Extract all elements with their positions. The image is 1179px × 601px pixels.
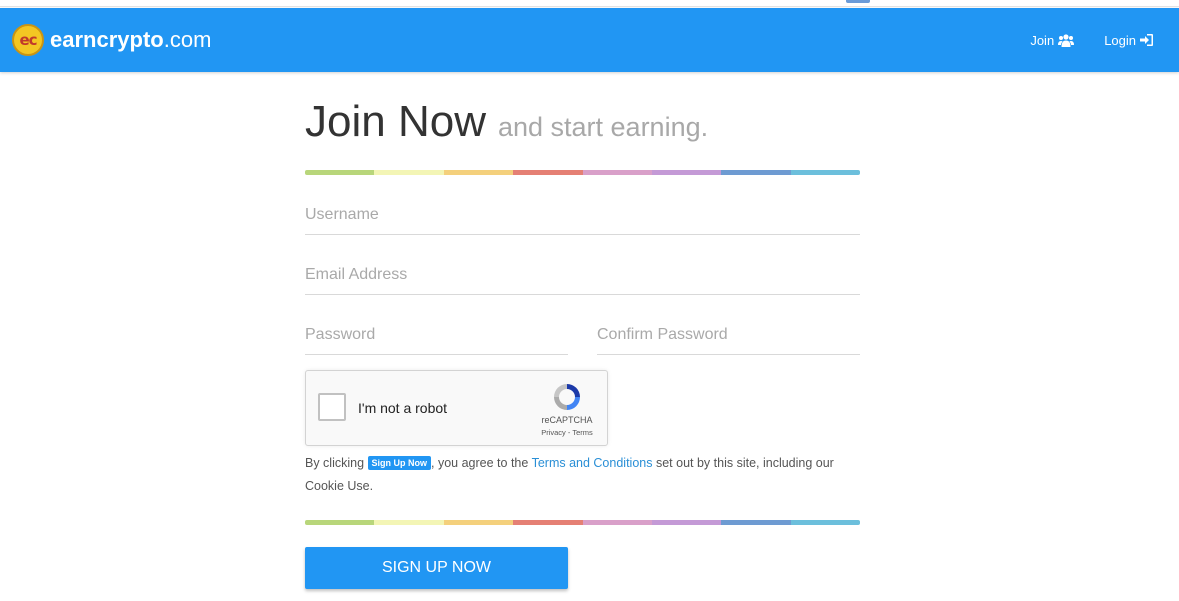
email-input[interactable] [305, 266, 860, 284]
rainbow-divider-bottom [305, 520, 860, 525]
rainbow-segment [513, 520, 583, 525]
confirm-password-field [597, 295, 860, 355]
agree-prefix: By clicking [305, 456, 365, 470]
username-field [305, 175, 860, 235]
users-icon [1058, 33, 1075, 47]
page-title: Join Now and start earning. [305, 98, 860, 146]
terms-link[interactable]: Terms and Conditions [532, 456, 653, 470]
navbar: ec earncrypto.com Join Login [0, 8, 1179, 72]
nav-login-label: Login [1104, 32, 1136, 48]
brand-logo-icon: ec [12, 24, 44, 56]
recaptcha-logo: reCAPTCHA Privacy - Terms [539, 381, 595, 437]
nav-login-link[interactable]: Login [1104, 33, 1153, 48]
rainbow-segment [374, 520, 444, 525]
sign-in-icon [1140, 34, 1153, 46]
rainbow-segment [721, 520, 791, 525]
rainbow-segment [651, 520, 722, 525]
browser-top-strip [0, 0, 1179, 7]
rainbow-segment [582, 520, 652, 525]
agreement-text: By clicking Sign Up Now, you agree to th… [305, 452, 860, 498]
nav-links: Join Login [1030, 8, 1153, 72]
join-form: Join Now and start earning. I'm not a ro… [305, 72, 860, 589]
rainbow-segment [443, 520, 514, 525]
password-row [305, 295, 860, 355]
brand-name: earncrypto.com [50, 27, 211, 53]
username-input[interactable] [305, 206, 860, 224]
recaptcha-label: I'm not a robot [358, 400, 448, 416]
recaptcha-checkbox[interactable] [318, 393, 346, 421]
brand-name-bold: earncrypto [50, 27, 164, 52]
title-main: Join Now [305, 97, 486, 146]
signup-badge: Sign Up Now [367, 456, 432, 470]
brand-name-domain: .com [163, 27, 212, 52]
recaptcha-widget: I'm not a robot reCAPTCHA Privacy - Term… [305, 370, 608, 446]
brand[interactable]: ec earncrypto.com [12, 8, 211, 72]
rainbow-segment [790, 520, 860, 525]
top-strip-marker [846, 0, 870, 3]
agree-middle: , you agree to the [431, 456, 529, 470]
sign-up-button[interactable]: SIGN UP NOW [305, 547, 568, 589]
nav-join-label: Join [1030, 32, 1055, 48]
password-field [305, 295, 568, 355]
password-input[interactable] [305, 326, 568, 344]
rainbow-segment [305, 520, 375, 525]
recaptcha-brand: reCAPTCHA [541, 415, 593, 425]
nav-join-link[interactable]: Join [1030, 32, 1075, 48]
recaptcha-terms[interactable]: Privacy - Terms [539, 428, 595, 437]
title-sub: and start earning. [497, 112, 709, 142]
email-field [305, 235, 860, 295]
confirm-password-input[interactable] [597, 326, 860, 344]
recaptcha-icon [554, 384, 580, 410]
